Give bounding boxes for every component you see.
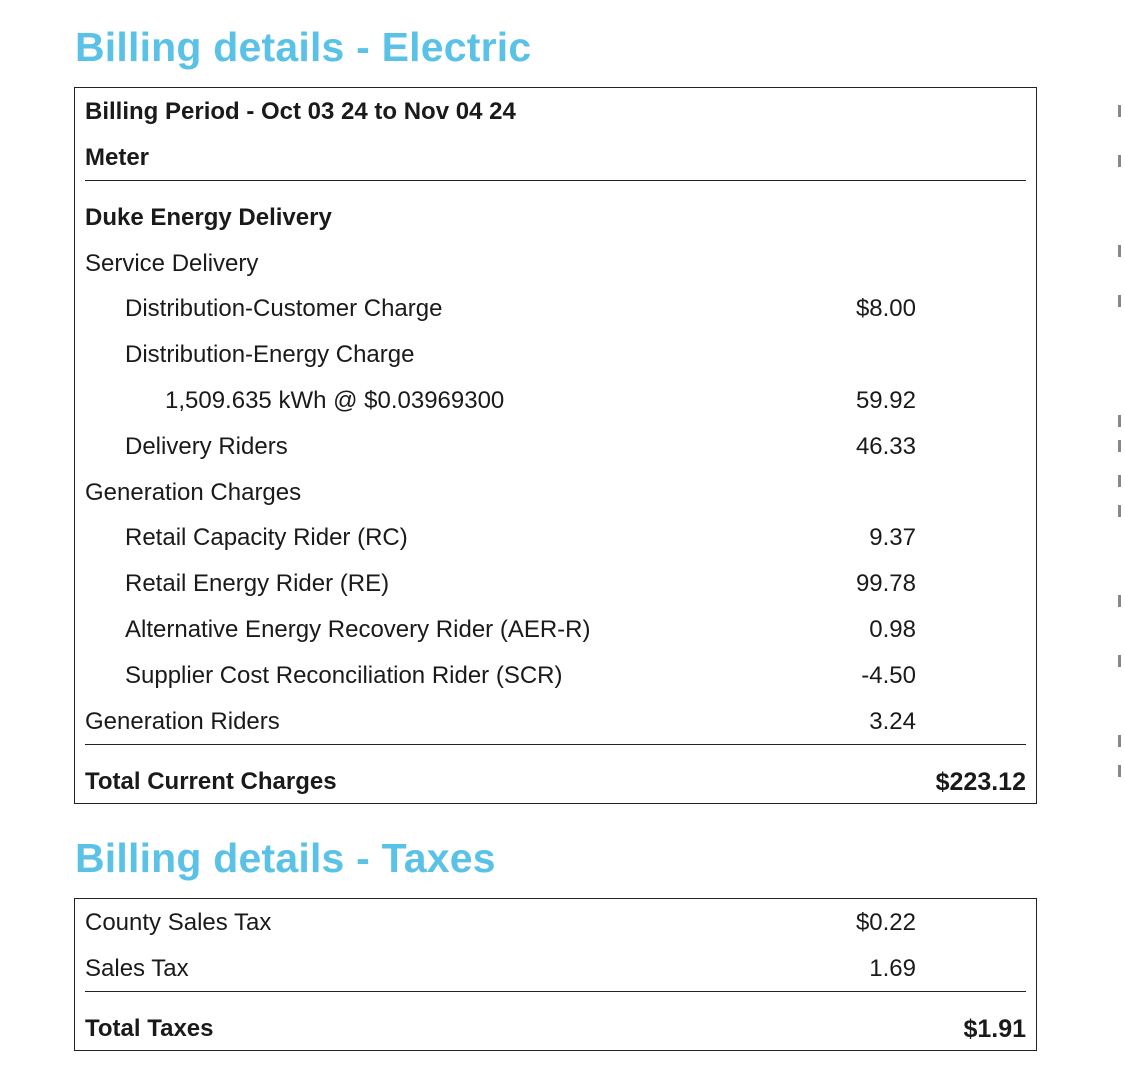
generation-riders-amount: 3.24 (869, 708, 916, 735)
total-divider (85, 744, 1026, 745)
line-item-row: County Sales Tax $0.22 (75, 903, 1036, 943)
provider-row: Duke Energy Delivery (75, 198, 1036, 238)
sales-tax-amount: 1.69 (869, 955, 916, 982)
supplier-cost-amount: -4.50 (861, 662, 916, 689)
line-item-row: Distribution-Energy Charge (75, 335, 1036, 375)
line-item-row: 1,509.635 kWh @ $0.03969300 59.92 (75, 381, 1036, 421)
line-item-row: Distribution-Customer Charge $8.00 (75, 289, 1036, 329)
retail-energy-amount: 99.78 (855, 570, 916, 597)
total-current-charges-amount: $223.12 (935, 768, 1026, 796)
distribution-customer-label: Distribution-Customer Charge (125, 295, 443, 322)
county-sales-tax-label: County Sales Tax (85, 909, 272, 936)
provider-name: Duke Energy Delivery (85, 204, 332, 231)
retail-capacity-amount: 9.37 (869, 524, 916, 551)
line-item-row: Alternative Energy Recovery Rider (AER-R… (75, 610, 1036, 650)
county-sales-tax-amount: $0.22 (855, 909, 916, 936)
taxes-total-divider (85, 991, 1026, 992)
total-current-charges-row: Total Current Charges $223.12 (75, 762, 1036, 802)
line-item-row: Retail Energy Rider (RE) 99.78 (75, 564, 1036, 604)
header-divider (85, 180, 1026, 181)
distribution-energy-label: Distribution-Energy Charge (125, 341, 415, 368)
total-current-charges-label: Total Current Charges (85, 768, 337, 795)
billing-period: Billing Period - Oct 03 24 to Nov 04 24 (85, 98, 516, 125)
total-taxes-label: Total Taxes (85, 1015, 214, 1042)
generation-charges-label: Generation Charges (85, 479, 302, 506)
service-delivery-label: Service Delivery (85, 250, 259, 277)
meter-label: Meter (85, 144, 150, 171)
electric-billing-table: Billing Period - Oct 03 24 to Nov 04 24 … (74, 87, 1037, 804)
line-item-row: Retail Capacity Rider (RC) 9.37 (75, 518, 1036, 558)
alternative-energy-amount: 0.98 (869, 616, 916, 643)
distribution-customer-amount: $8.00 (855, 295, 916, 322)
total-taxes-row: Total Taxes $1.91 (75, 1009, 1036, 1049)
alternative-energy-label: Alternative Energy Recovery Rider (AER-R… (125, 616, 591, 643)
delivery-riders-amount: 46.33 (855, 433, 916, 460)
retail-capacity-label: Retail Capacity Rider (RC) (125, 524, 408, 551)
taxes-section-title: Billing details - Taxes (75, 835, 496, 881)
meter-row: Meter (75, 138, 1036, 178)
line-item-row: Sales Tax 1.69 (75, 949, 1036, 989)
billing-period-row: Billing Period - Oct 03 24 to Nov 04 24 (75, 92, 1036, 132)
taxes-billing-table: County Sales Tax $0.22 Sales Tax 1.69 To… (74, 898, 1037, 1051)
generation-riders-row: Generation Riders 3.24 (75, 702, 1036, 742)
generation-riders-label: Generation Riders (85, 708, 280, 735)
line-item-row: Delivery Riders 46.33 (75, 427, 1036, 467)
line-item-row: Supplier Cost Reconciliation Rider (SCR)… (75, 656, 1036, 696)
supplier-cost-label: Supplier Cost Reconciliation Rider (SCR) (125, 662, 563, 689)
cropped-page-edge (1118, 95, 1125, 795)
usage-label: 1,509.635 kWh @ $0.03969300 (165, 387, 505, 414)
electric-section-title: Billing details - Electric (75, 24, 532, 70)
sales-tax-label: Sales Tax (85, 955, 189, 982)
total-taxes-amount: $1.91 (963, 1015, 1026, 1043)
service-delivery-row: Service Delivery (75, 244, 1036, 284)
usage-amount: 59.92 (855, 387, 916, 414)
retail-energy-label: Retail Energy Rider (RE) (125, 570, 390, 597)
delivery-riders-label: Delivery Riders (125, 433, 288, 460)
generation-charges-row: Generation Charges (75, 473, 1036, 513)
